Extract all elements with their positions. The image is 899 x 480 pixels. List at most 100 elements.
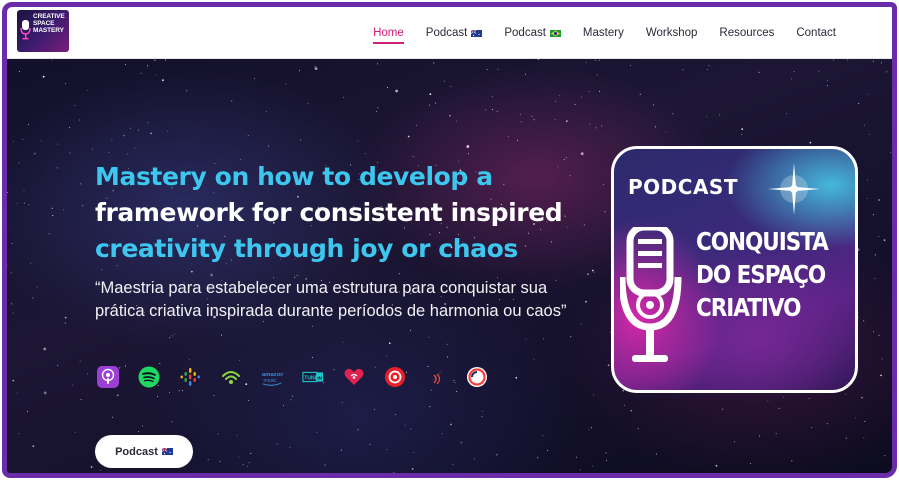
star [433,62,435,64]
nav-podcast-br[interactable]: Podcast [504,7,561,59]
star [449,114,451,117]
star [7,192,8,193]
star [715,464,718,467]
star [221,334,223,336]
spotify-icon[interactable] [138,366,160,388]
star [604,211,606,213]
star [872,214,874,216]
star [388,342,391,345]
star [790,78,792,80]
star [123,135,125,137]
nav-mastery[interactable]: Mastery [583,7,624,59]
star [41,140,43,142]
star [51,59,53,61]
star [404,424,406,426]
podcast-cta-button[interactable]: Podcast [95,435,193,468]
nav-podcast-au[interactable]: Podcast [426,7,483,59]
star [48,233,50,235]
star [413,452,415,454]
star [16,392,18,394]
star [375,110,377,112]
star [554,118,556,120]
svg-text:music: music [264,378,278,384]
star [265,110,267,112]
star [410,428,412,430]
nav-workshop[interactable]: Workshop [646,7,698,59]
star [863,437,865,439]
star [554,100,556,102]
star [394,414,396,415]
site-header: CREATIVE SPACE MASTERY Home Podcast Podc… [7,7,892,59]
star [324,464,326,466]
star [867,93,869,95]
nav-resources[interactable]: Resources [719,7,774,59]
star [116,394,119,397]
star [496,110,498,112]
star [386,448,388,450]
star [398,273,400,275]
star [56,167,58,169]
star [142,425,144,427]
star [374,408,376,410]
star [607,364,610,367]
nav-contact[interactable]: Contact [796,7,836,59]
star [312,356,314,358]
star [890,151,892,153]
star [12,379,15,382]
star [282,404,284,406]
nav-home[interactable]: Home [373,7,404,59]
star [377,107,379,109]
star [682,69,684,71]
star [407,135,410,138]
star [446,356,448,358]
hero-headline: Mastery on how to develop a framework fo… [95,159,595,267]
star [871,476,872,477]
star [867,179,869,181]
star [30,262,32,264]
star [595,127,597,129]
star [847,59,849,61]
star [23,189,25,191]
star [157,476,158,477]
star [253,78,255,80]
star [164,59,166,61]
star [580,323,582,325]
star [708,65,710,67]
nav-label: Mastery [582,27,624,39]
site-logo[interactable]: CREATIVE SPACE MASTERY [17,10,69,52]
logo-text: CREATIVE SPACE MASTERY [33,13,69,34]
star [10,473,11,474]
castbox-icon[interactable] [384,366,406,388]
star [722,408,724,410]
star [364,153,366,155]
nav-label: Podcast [425,27,468,39]
star [210,273,213,277]
cover-label: PODCAST [628,175,738,199]
star [87,373,89,375]
star [412,156,414,157]
star [217,433,219,435]
tunein-icon[interactable]: TUNE IN [302,366,324,388]
star [171,421,173,423]
star [468,153,470,155]
podcast-addict-icon[interactable] [220,366,242,388]
star [707,68,709,70]
star [793,71,795,73]
star [248,462,250,464]
iheartradio-icon[interactable] [343,366,365,388]
star [740,476,741,477]
amazon-music-icon[interactable]: amazon music [261,366,283,388]
star [238,456,240,458]
star [92,148,94,150]
star [591,269,594,272]
star [90,466,93,468]
star [190,270,193,273]
podcast-cover-art[interactable]: PODCAST CONQUISTA DO ESPAÇO CRIATIVO [611,146,858,393]
star [706,116,708,118]
overcast-icon[interactable] [425,366,447,388]
pocket-casts-icon[interactable] [466,366,488,388]
google-podcasts-icon[interactable] [179,366,201,388]
star [51,207,53,209]
star [519,114,521,115]
apple-podcasts-icon[interactable] [97,366,119,388]
